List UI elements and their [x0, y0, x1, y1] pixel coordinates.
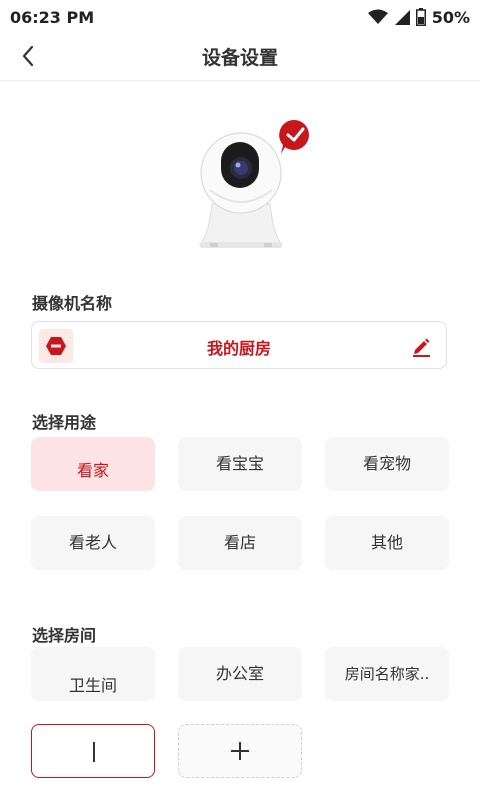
plus-icon — [231, 742, 249, 760]
text-cursor — [93, 742, 95, 762]
camera-name-label: 摄像机名称 — [32, 294, 113, 313]
camera-image — [190, 118, 320, 258]
usage-option-baby[interactable]: 看宝宝 — [178, 437, 302, 491]
usage-option-shop[interactable]: 看店 — [178, 516, 302, 570]
add-room-button[interactable] — [178, 724, 302, 778]
usage-label: 选择用途 — [32, 413, 97, 432]
page-title: 设备设置 — [201, 47, 278, 69]
signal-icon — [394, 10, 410, 25]
usage-option-elderly[interactable]: 看老人 — [31, 516, 155, 570]
usage-option-pet[interactable]: 看宠物 — [325, 437, 449, 491]
nav-bar: 设备设置 — [0, 36, 480, 81]
edit-pencil-icon — [413, 338, 430, 357]
edit-name-button[interactable] — [408, 333, 434, 359]
battery-percent: 50% — [431, 7, 470, 27]
status-bar: 06:23 PM 50% — [0, 0, 480, 36]
status-time: 06:23 PM — [10, 8, 95, 27]
check-badge-icon — [279, 119, 309, 154]
wifi-icon — [367, 9, 388, 24]
battery-icon — [415, 8, 426, 26]
room-label: 选择房间 — [32, 626, 97, 645]
room-option-office[interactable]: 办公室 — [178, 647, 302, 701]
room-option-bathroom[interactable]: 卫生间 — [31, 647, 155, 701]
usage-option-home[interactable]: 看家 — [31, 437, 155, 491]
new-room-input[interactable] — [31, 724, 155, 778]
usage-option-other[interactable]: 其他 — [325, 516, 449, 570]
camera-name-value: 我的厨房 — [206, 339, 271, 358]
room-option-custom[interactable]: 房间名称家.. — [325, 647, 449, 701]
status-icons: 50% — [367, 7, 470, 27]
camera-name-field[interactable]: 我的厨房 — [31, 321, 447, 369]
